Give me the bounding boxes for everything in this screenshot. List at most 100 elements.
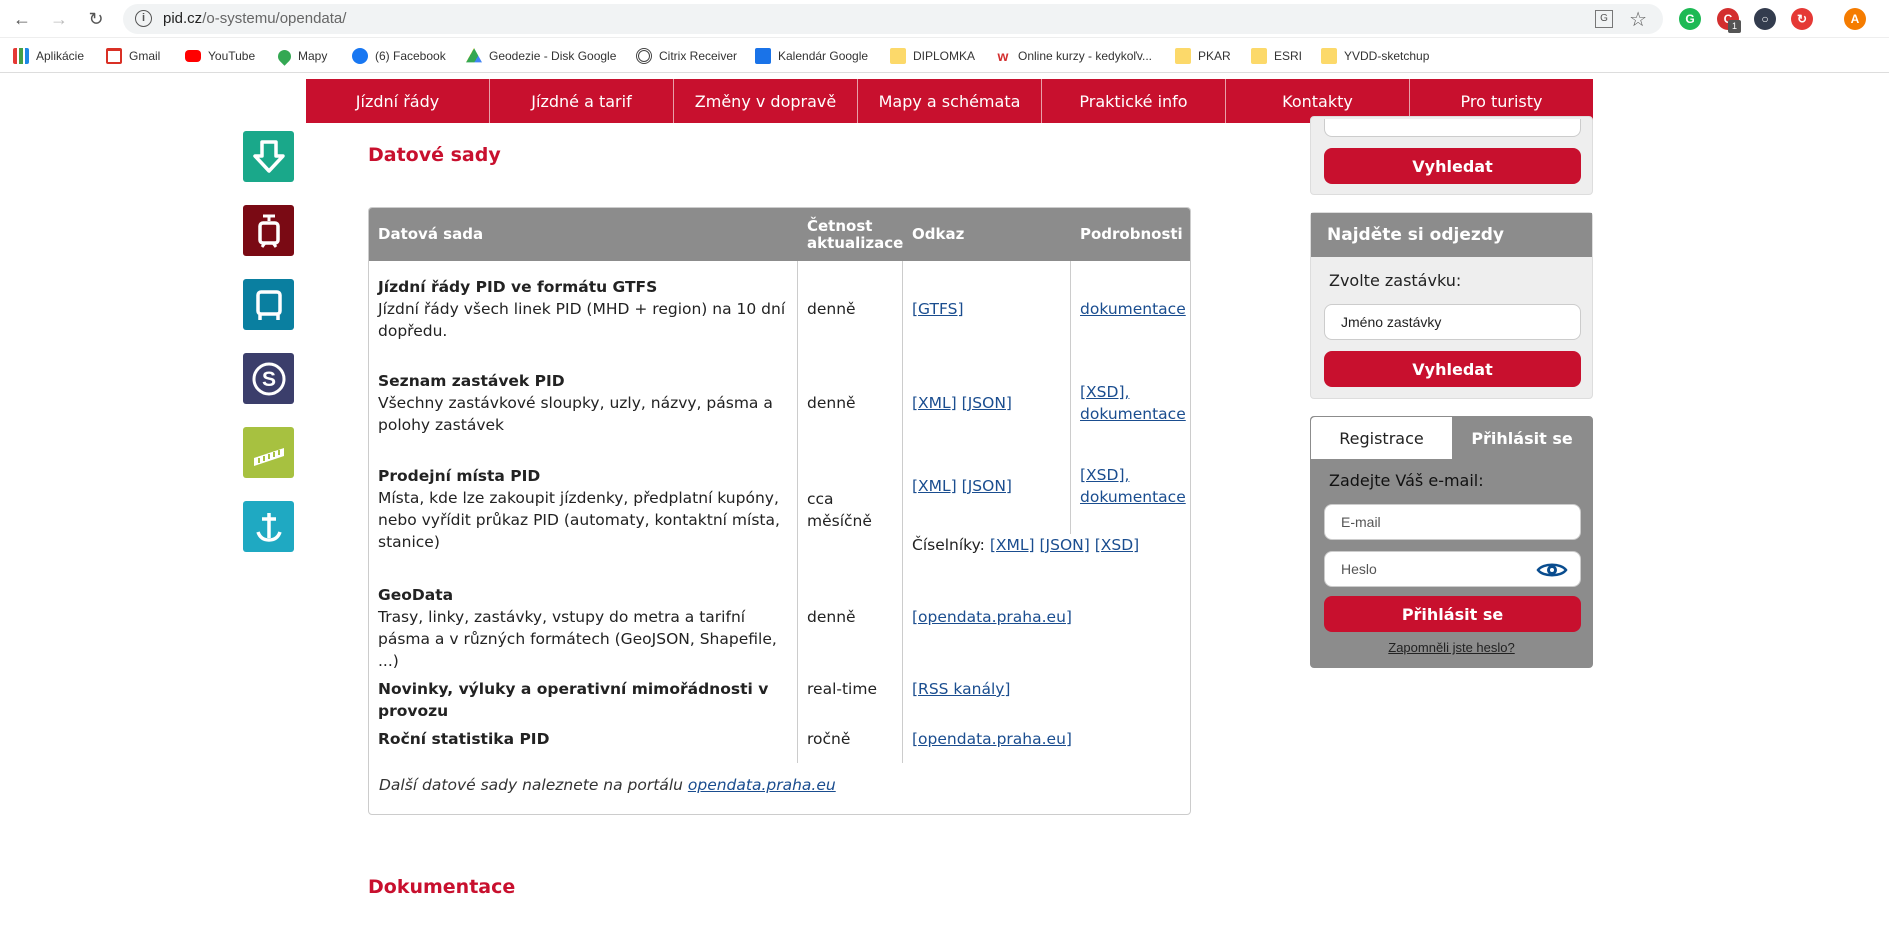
header-details: Podrobnosti xyxy=(1080,225,1183,243)
nav-timetables[interactable]: Jízdní řády xyxy=(306,79,490,123)
codebook-links: Číselníky: [XML] [JSON] [XSD] xyxy=(912,534,1146,556)
bookmarks-bar: Aplikácie Gmail YouTube Mapy (6) Faceboo… xyxy=(0,39,1889,73)
shield-extension-icon[interactable]: ○ xyxy=(1754,8,1776,30)
dataset-title: Seznam zastávek PID xyxy=(378,372,565,390)
bookmark-folder-yvdd[interactable]: YVDD-sketchup xyxy=(1321,47,1429,65)
datasets-table: Datová sada Četnost aktualizace Odkaz Po… xyxy=(368,207,1191,815)
dataset-frequency: real-time xyxy=(807,680,877,698)
facebook-icon xyxy=(352,48,368,64)
nav-changes[interactable]: Změny v dopravě xyxy=(674,79,858,123)
table-row: GeoData Trasy, linky, zastávky, vstupy d… xyxy=(378,584,798,672)
search-panel: Vyhledat xyxy=(1310,116,1593,195)
dataset-desc: Místa, kde lze zakoupit jízdenky, předpl… xyxy=(378,489,780,551)
bookmark-star-icon[interactable]: ☆ xyxy=(1629,7,1647,32)
stop-label: Zvolte zastávku: xyxy=(1329,271,1462,290)
nav-maps[interactable]: Mapy a schémata xyxy=(858,79,1042,123)
link-documentation[interactable]: dokumentace xyxy=(1080,488,1186,506)
nav-practical-info[interactable]: Praktické info xyxy=(1042,79,1226,123)
info-icon[interactable]: i xyxy=(135,10,152,27)
ferry-anchor-icon[interactable] xyxy=(243,501,294,552)
tab-register[interactable]: Registrace xyxy=(1311,417,1452,459)
bookmark-gmail[interactable]: Gmail xyxy=(106,47,160,65)
link-gtfs[interactable]: [GTFS] xyxy=(912,298,964,320)
reload-icon[interactable]: ↻ xyxy=(84,8,108,30)
bookmark-folder-esri[interactable]: ESRI xyxy=(1251,47,1302,65)
link-documentation[interactable]: dokumentace xyxy=(1080,298,1186,320)
search-input[interactable] xyxy=(1324,119,1581,137)
forgot-password-link[interactable]: Zapomněli jste heslo? xyxy=(1311,640,1592,655)
table-row: Novinky, výluky a operativní mimořádnost… xyxy=(378,678,798,722)
table-row: Roční statistika PID xyxy=(378,728,788,750)
bookmark-apps[interactable]: Aplikácie xyxy=(13,47,84,65)
cable-car-icon[interactable] xyxy=(243,427,294,478)
search-button[interactable]: Vyhledat xyxy=(1324,148,1581,184)
bookmark-citrix[interactable]: Citrix Receiver xyxy=(636,47,737,65)
link-json[interactable]: [JSON] xyxy=(962,394,1012,412)
back-arrow-icon[interactable]: ← xyxy=(10,8,34,30)
metro-icon[interactable] xyxy=(243,131,294,182)
google-drive-icon xyxy=(466,48,482,63)
link-json[interactable]: [JSON] xyxy=(962,477,1012,495)
departures-search-button[interactable]: Vyhledat xyxy=(1324,351,1581,387)
dataset-details: [XSD], dokumentace xyxy=(1080,381,1186,425)
url-path: /o-systemu/opendata/ xyxy=(202,10,347,27)
show-password-eye-icon[interactable] xyxy=(1536,561,1568,579)
gmail-icon xyxy=(106,48,122,64)
email-field[interactable]: E-mail xyxy=(1324,504,1581,540)
nav-fares[interactable]: Jízdné a tarif xyxy=(490,79,674,123)
link-opendata[interactable]: [opendata.praha.eu] xyxy=(912,728,1072,750)
dataset-title: Jízdní řády PID ve formátu GTFS xyxy=(378,278,658,296)
table-header: Datová sada Četnost aktualizace Odkaz Po… xyxy=(369,208,1190,261)
browser-toolbar: ← → ↻ i pid.cz/o-systemu/opendata/ G ☆ G… xyxy=(0,0,1889,38)
bookmark-folder-diplomka[interactable]: DIPLOMKA xyxy=(890,47,975,65)
bookmark-maps[interactable]: Mapy xyxy=(275,46,327,66)
link-xml[interactable]: [XML] xyxy=(912,394,957,412)
bookmark-online-kurzy[interactable]: w Online kurzy - kedykoľv... xyxy=(995,47,1152,65)
login-button[interactable]: Přihlásit se xyxy=(1324,596,1581,632)
bookmark-facebook[interactable]: (6) Facebook xyxy=(352,47,446,65)
table-footnote: Další datové sady naleznete na portálu o… xyxy=(379,776,836,794)
login-panel: Registrace Přihlásit se Zadejte Váš e-ma… xyxy=(1310,416,1593,668)
link-opendata[interactable]: [opendata.praha.eu] xyxy=(912,606,1072,628)
header-frequency: Četnost aktualizace xyxy=(807,216,904,252)
link-opendata-portal[interactable]: opendata.praha.eu xyxy=(688,776,836,794)
tram-icon[interactable] xyxy=(243,205,294,256)
address-bar[interactable]: i pid.cz/o-systemu/opendata/ G ☆ xyxy=(123,4,1663,34)
password-field[interactable]: Heslo xyxy=(1324,551,1581,587)
bookmark-google-drive[interactable]: Geodezie - Disk Google xyxy=(466,47,616,65)
link-xsd[interactable]: [XSD], xyxy=(1080,466,1129,484)
column-divider xyxy=(902,261,903,763)
dataset-frequency: denně xyxy=(807,300,856,318)
sync-extension-icon[interactable]: ↻ xyxy=(1791,8,1813,30)
link-xml[interactable]: [XML] xyxy=(990,536,1035,554)
section-title-datasets: Datové sady xyxy=(368,144,501,166)
link-json[interactable]: [JSON] xyxy=(1039,536,1089,554)
calendar-icon xyxy=(755,48,771,64)
dataset-title: GeoData xyxy=(378,586,454,604)
link-xsd[interactable]: [XSD], xyxy=(1080,383,1129,401)
departures-title: Najděte si odjezdy xyxy=(1311,213,1592,257)
translate-icon[interactable]: G xyxy=(1595,10,1613,28)
bookmark-folder-pkar[interactable]: PKAR xyxy=(1175,47,1231,65)
bookmark-calendar[interactable]: Kalendár Google xyxy=(755,47,868,65)
train-s-icon[interactable]: S xyxy=(243,353,294,404)
link-rss[interactable]: [RSS kanály] xyxy=(912,678,1010,700)
bookmark-youtube[interactable]: YouTube xyxy=(185,47,255,65)
forward-arrow-icon[interactable]: → xyxy=(47,8,71,30)
stop-input[interactable]: Jméno zastávky xyxy=(1324,304,1581,340)
url-text[interactable]: pid.cz/o-systemu/opendata/ xyxy=(163,10,346,27)
link-xml[interactable]: [XML] xyxy=(912,477,957,495)
profile-avatar[interactable]: A xyxy=(1844,8,1866,30)
link-documentation[interactable]: dokumentace xyxy=(1080,405,1186,423)
grammarly-extension-icon[interactable]: G xyxy=(1679,8,1701,30)
dataset-frequency: denně xyxy=(807,394,856,412)
dataset-desc: Všechny zastávkové sloupky, uzly, názvy,… xyxy=(378,394,773,434)
dataset-desc: Trasy, linky, zastávky, vstupy do metra … xyxy=(378,608,777,670)
dataset-frequency: denně xyxy=(807,608,856,626)
bus-icon[interactable] xyxy=(243,279,294,330)
tab-login[interactable]: Přihlásit se xyxy=(1452,417,1592,459)
header-link: Odkaz xyxy=(912,225,965,243)
link-xsd[interactable]: [XSD] xyxy=(1095,536,1140,554)
kurzy-logo-icon: w xyxy=(997,48,1009,64)
dataset-links: [XML] [JSON] xyxy=(912,392,1012,414)
